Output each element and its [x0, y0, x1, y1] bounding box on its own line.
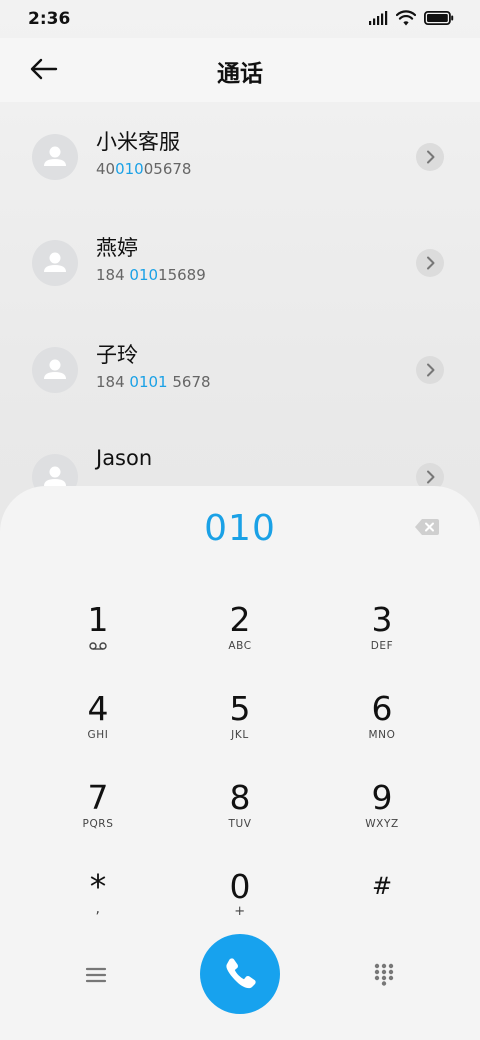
chevron-right-icon: [427, 256, 435, 270]
key-letters: ,: [95, 901, 101, 917]
key-letters: MNO: [368, 729, 396, 741]
dialpad-panel: 010 1 2 ABC 3 DEF 4 GHI 5 JKL 6 MNO 7 PQ…: [0, 486, 480, 1040]
backspace-icon[interactable]: [414, 517, 440, 537]
status-bar: 2:36: [0, 0, 480, 38]
number-match: 0101: [129, 373, 168, 391]
key-digit: 7: [87, 778, 109, 817]
key-8[interactable]: 8 TUV: [170, 778, 310, 852]
key-digit: 4: [87, 689, 109, 728]
key-1[interactable]: 1: [28, 600, 168, 674]
signal-icon: [369, 11, 388, 25]
key-9[interactable]: 9 WXYZ: [312, 778, 452, 852]
battery-icon: [424, 11, 454, 25]
phone-icon: [226, 958, 256, 989]
key-star[interactable]: * ,: [28, 867, 168, 941]
key-4[interactable]: 4 GHI: [28, 689, 168, 763]
voicemail-icon: [89, 642, 107, 650]
contact-detail-button[interactable]: [416, 356, 444, 384]
key-letters: PQRS: [82, 818, 114, 830]
key-digit: 6: [371, 689, 393, 728]
contact-name: 子玲: [96, 343, 138, 367]
contact-name: 燕婷: [96, 236, 138, 260]
key-letters: +: [234, 904, 246, 919]
contact-detail-button[interactable]: [416, 249, 444, 277]
key-letters: JKL: [231, 729, 249, 741]
key-digit: 0: [229, 867, 251, 906]
header: 通话: [0, 38, 480, 102]
avatar: [32, 240, 78, 286]
person-icon: [44, 359, 66, 379]
key-hash[interactable]: #: [312, 867, 452, 941]
key-letters: TUV: [228, 818, 252, 830]
keypad-icon[interactable]: [373, 962, 395, 986]
dialed-number: 010: [204, 508, 276, 549]
chevron-right-icon: [427, 150, 435, 164]
contact-item[interactable]: 小米客服 4001005678: [0, 130, 480, 224]
key-digit: 8: [229, 778, 251, 817]
key-6[interactable]: 6 MNO: [312, 689, 452, 763]
key-0[interactable]: 0 +: [170, 867, 310, 941]
key-2[interactable]: 2 ABC: [170, 600, 310, 674]
wifi-icon: [396, 10, 416, 26]
number-match: 010: [129, 266, 159, 284]
person-icon: [44, 252, 66, 272]
status-time: 2:36: [28, 9, 71, 29]
menu-icon[interactable]: [84, 964, 108, 986]
key-3[interactable]: 3 DEF: [312, 600, 452, 674]
person-icon: [44, 146, 66, 166]
key-letters: GHI: [87, 729, 109, 741]
key-digit: 3: [371, 600, 393, 639]
page-title: 通话: [217, 61, 263, 87]
contact-item[interactable]: 燕婷 184 01015689: [0, 236, 480, 330]
chevron-right-icon: [427, 363, 435, 377]
key-7[interactable]: 7 PQRS: [28, 778, 168, 852]
key-5[interactable]: 5 JKL: [170, 689, 310, 763]
key-digit: 5: [229, 689, 251, 728]
key-letters: WXYZ: [365, 818, 399, 830]
number-match: 010: [115, 160, 144, 178]
key-letters: DEF: [370, 640, 394, 652]
contact-item[interactable]: 子玲 184 0101 5678: [0, 343, 480, 437]
contact-name: Jason: [96, 446, 153, 470]
status-icons: [368, 10, 454, 26]
key-letters: ABC: [228, 640, 252, 652]
call-button[interactable]: [200, 934, 280, 1014]
avatar: [32, 134, 78, 180]
contact-name: 小米客服: [96, 130, 180, 154]
key-digit: #: [371, 872, 393, 900]
contact-detail-button[interactable]: [416, 143, 444, 171]
key-digit: 1: [87, 600, 109, 639]
contact-number: 184 01015689: [96, 266, 206, 284]
contact-number: 184 0101 5678: [96, 373, 211, 391]
avatar: [32, 347, 78, 393]
contact-number: 4001005678: [96, 160, 192, 178]
key-digit: 9: [371, 778, 393, 817]
key-digit: 2: [229, 600, 251, 639]
